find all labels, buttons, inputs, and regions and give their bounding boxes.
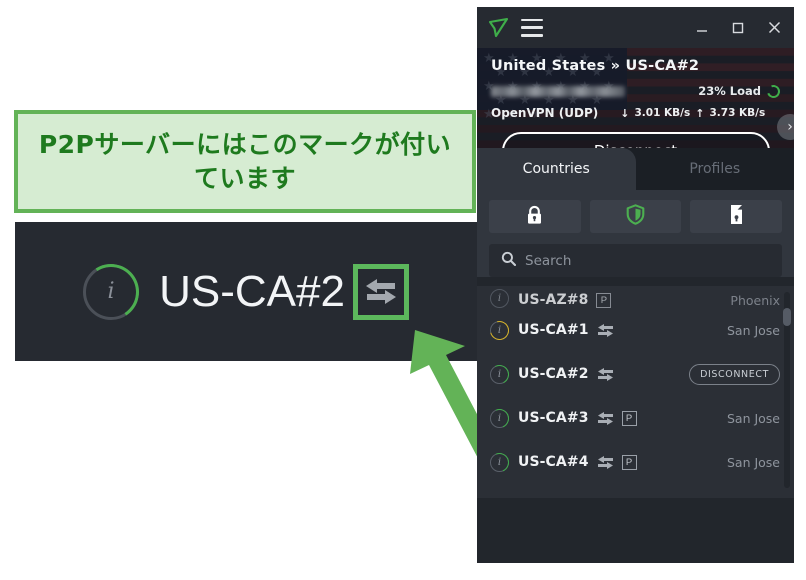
upload-speed: 3.73 KB/s [709, 107, 766, 119]
server-load-ring: i [487, 449, 512, 475]
server-city: Phoenix [730, 293, 780, 308]
server-city: San Jose [726, 410, 780, 426]
zoom-server-name: US-CA#2 [159, 266, 345, 316]
server-load-ring-icon [764, 82, 783, 100]
p2p-bidirectional-arrows-icon [597, 455, 614, 469]
profile-badge: P [621, 410, 637, 426]
profile-badge: P [621, 454, 637, 470]
server-list: i US-AZ#8 P Phoenix i US-CA#1 San Jose i… [477, 286, 794, 498]
server-name: US-CA#3 [518, 410, 589, 426]
maximize-icon[interactable] [720, 7, 756, 48]
server-load-label: 23% Load [698, 84, 761, 98]
speed-indicators: ↓ 3.01 KB/s ↑ 3.73 KB/s [620, 107, 765, 120]
quick-filter-buttons [489, 200, 783, 233]
search-bar[interactable]: Search [489, 244, 782, 277]
server-load-ring: i [487, 362, 512, 386]
p2p-bidirectional-arrows-icon [597, 411, 614, 425]
table-row[interactable]: i US-CA#2 DISCONNECT [477, 352, 794, 396]
connection-header: ★★ ★★ ★★ ★★ ★★ ★ ★★ ★★ ★★ ★★ ★★ ★ ★★ ★ [477, 48, 794, 148]
shield-button[interactable] [589, 200, 682, 233]
download-speed: 3.01 KB/s [634, 107, 691, 119]
zoom-detail-panel: i US-CA#2 [15, 222, 477, 361]
window-titlebar [477, 7, 794, 48]
profile-badge: P [596, 293, 612, 308]
disconnect-row-button[interactable]: DISCONNECT [689, 363, 780, 385]
connection-title: United States » US-CA#2 [491, 58, 700, 74]
server-city: San Jose [726, 454, 780, 470]
shield-icon [626, 204, 645, 229]
server-name: US-AZ#8 [518, 292, 589, 308]
table-row[interactable]: i US-AZ#8 P Phoenix [477, 286, 794, 308]
annotation-callout: P2Pサーバーにはこのマークが付いています [14, 110, 476, 213]
screenshot-stage: P2Pサーバーにはこのマークが付いています i US-CA#2 › United… [0, 0, 806, 580]
p2p-bidirectional-arrows-icon-highlight [352, 263, 409, 320]
table-row[interactable]: i US-CA#1 San Jose [477, 308, 794, 352]
tab-profiles[interactable]: Profiles [636, 148, 795, 190]
upload-arrow-icon: ↑ [695, 106, 705, 120]
tab-countries[interactable]: Countries [477, 148, 636, 190]
server-load-ring: i [486, 317, 513, 343]
server-load-ring-zoom: i [77, 258, 145, 325]
annotation-callout-text: P2Pサーバーにはこのマークが付いています [38, 129, 452, 193]
server-name: US-CA#2 [518, 366, 589, 382]
tab-bar: Countries Profiles [477, 148, 794, 190]
server-name: US-CA#4 [518, 454, 589, 470]
server-name: US-CA#1 [518, 322, 589, 338]
ip-address-blurred [491, 85, 625, 97]
table-row[interactable]: i US-CA#4 P San Jose [477, 440, 794, 484]
server-city: San Jose [726, 322, 780, 338]
info-glyph: i [107, 279, 115, 304]
server-load-indicator: 23% Load [698, 82, 783, 100]
search-icon [501, 251, 517, 270]
app-logo-icon[interactable] [487, 16, 511, 40]
table-row[interactable]: i US-CA#3 P San Jose [477, 396, 794, 440]
padlock-button[interactable] [489, 200, 581, 233]
p2p-bidirectional-arrows-icon [597, 367, 614, 381]
device-icon [729, 204, 744, 229]
search-input[interactable]: Search [525, 253, 571, 269]
close-icon[interactable] [756, 7, 792, 48]
disconnect-button[interactable]: Disconnect [501, 132, 770, 148]
device-button[interactable] [690, 200, 783, 233]
server-load-ring: i [487, 405, 512, 431]
minimize-icon[interactable] [684, 7, 720, 48]
download-arrow-icon: ↓ [620, 106, 630, 120]
server-load-ring: i [490, 289, 509, 308]
scrollbar-thumb[interactable] [783, 308, 791, 326]
vpn-app-window: ★★ ★★ ★★ ★★ ★★ ★ ★★ ★★ ★★ ★★ ★★ ★ ★★ ★ [477, 7, 794, 563]
p2p-bidirectional-arrows-icon [597, 323, 614, 337]
padlock-icon [526, 205, 543, 229]
hamburger-menu-icon[interactable] [521, 18, 543, 37]
protocol-label: OpenVPN (UDP) [491, 106, 599, 120]
